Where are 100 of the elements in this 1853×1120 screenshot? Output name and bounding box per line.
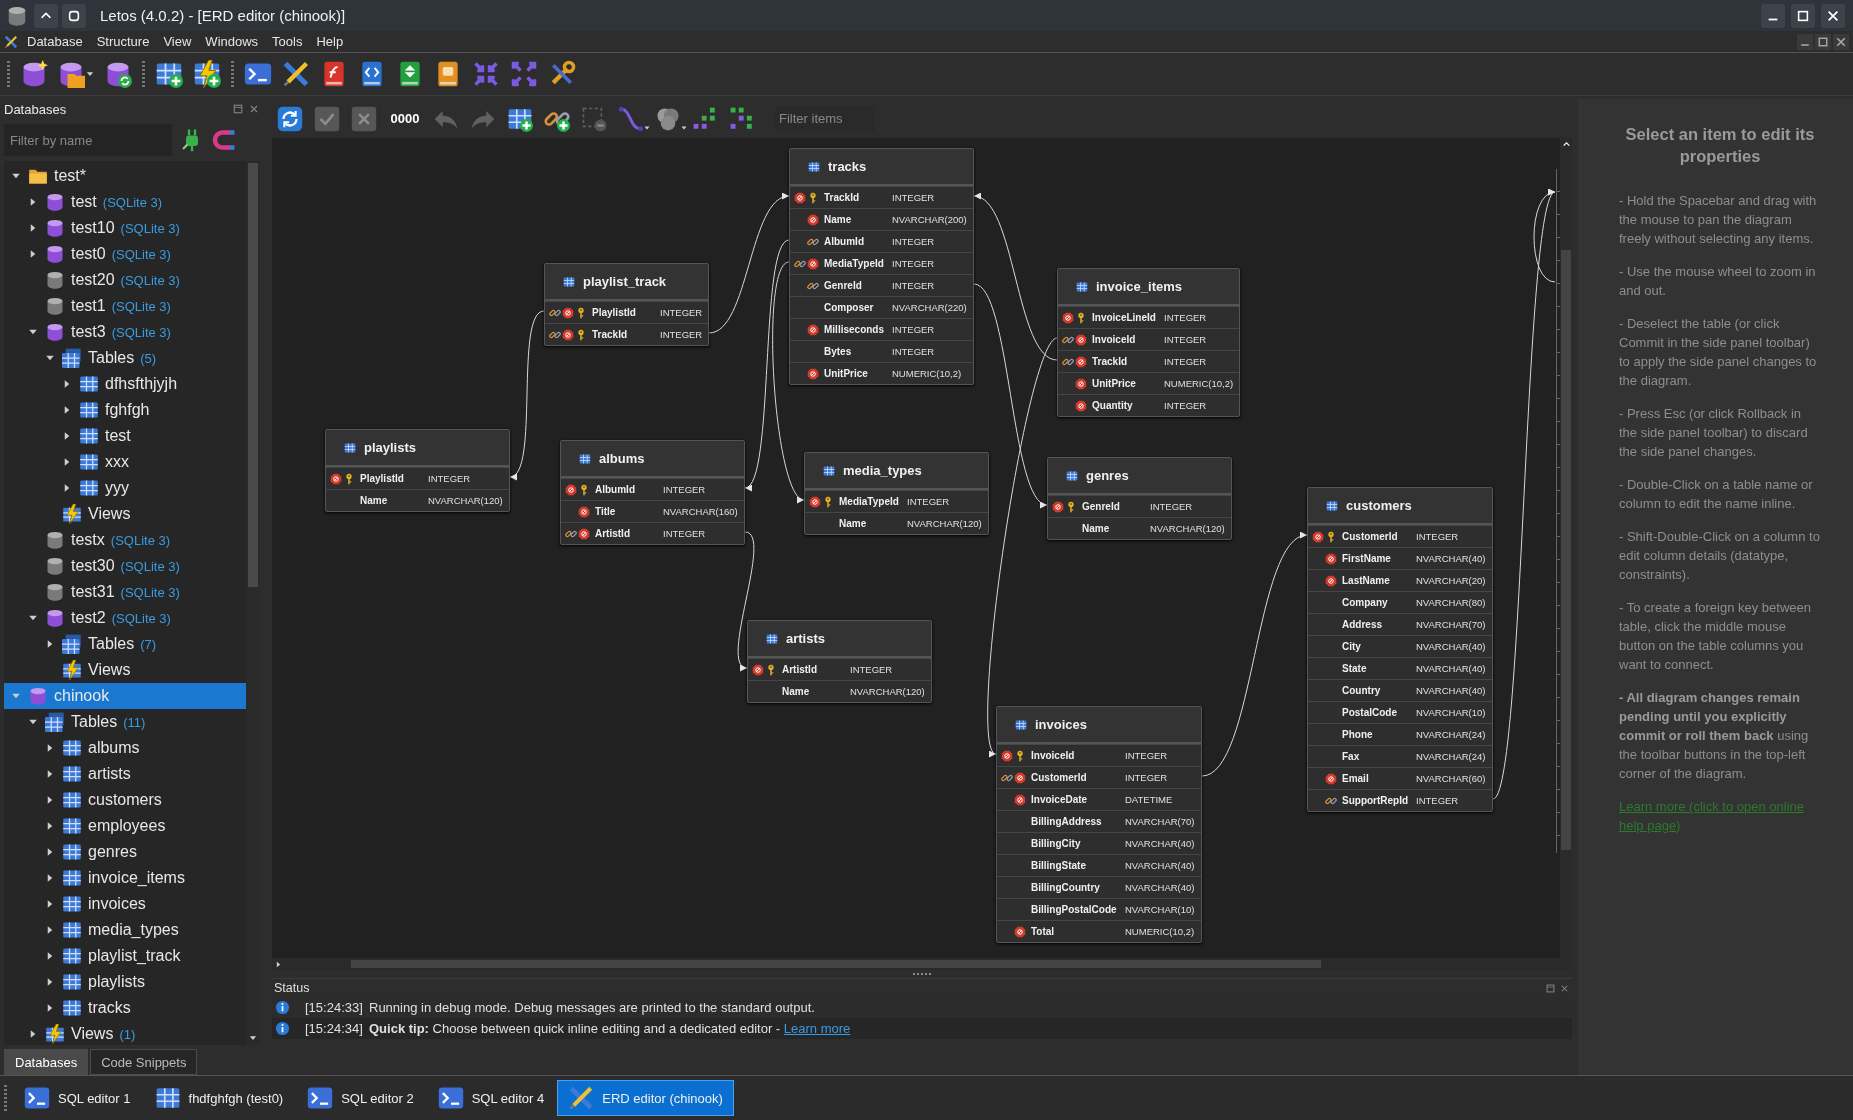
tree-item[interactable]: test31 (SQLite 3) (4, 579, 246, 605)
taskbar-tab[interactable]: ERD editor (chinook) (557, 1080, 734, 1116)
tree-item[interactable]: tracks (4, 995, 246, 1021)
tree-item[interactable]: test0 (SQLite 3) (4, 241, 246, 267)
column-type: NVARCHAR(40) (1125, 882, 1195, 893)
taskbar-tab[interactable]: SQL editor 4 (426, 1080, 556, 1116)
tree-item[interactable]: yyy (4, 475, 246, 501)
table-icon (79, 478, 99, 498)
tree-item[interactable]: artists (4, 761, 246, 787)
tree-item[interactable]: employees (4, 813, 246, 839)
tree-item[interactable]: test10 (SQLite 3) (4, 215, 246, 241)
tree-item[interactable]: Views (4, 501, 246, 527)
counter-button[interactable]: 0000 (385, 102, 425, 135)
table-header[interactable]: media_types (805, 453, 988, 490)
tree-item[interactable]: test (SQLite 3) (4, 189, 246, 215)
tables-icon (45, 712, 65, 732)
tree-item[interactable]: customers (4, 787, 246, 813)
tree-item[interactable]: playlists (4, 969, 246, 995)
column-name: FirstName (1342, 553, 1392, 564)
table-header[interactable]: genres (1048, 458, 1231, 495)
chevron-up-icon[interactable] (34, 3, 58, 28)
tree-item[interactable]: test* (4, 163, 246, 189)
tree-item[interactable]: test (4, 423, 246, 449)
tree-item[interactable]: test30 (SQLite 3) (4, 553, 246, 579)
tree-item[interactable]: xxx (4, 449, 246, 475)
table-card[interactable]: media_types MediaTypeId INTEGER Name NVARCHAR(120) (804, 452, 989, 535)
window-title: Letos (4.0.2) - [ERD editor (chinook)] (100, 7, 347, 24)
table-header[interactable]: invoices (997, 707, 1201, 744)
close-icon[interactable] (1826, 8, 1840, 23)
table-card[interactable] (996, 706, 1202, 943)
table-card[interactable]: tracks TrackId INTEGER Name NVARCHAR(200) AlbumId INTEGER MediaTypeId INTEGER GenreId INTEGER Composer NVARCHAR(220) Milliseconds INTEGER Bytes INTEGER UnitPrice NUMERIC(10,2) (789, 148, 974, 385)
column-type: NVARCHAR(40) (1125, 860, 1195, 871)
float-icon[interactable] (232, 103, 244, 115)
tree-item[interactable]: Tables (5) (4, 345, 246, 371)
taskbar-tab[interactable]: fhdfghfgh (test0) (143, 1080, 295, 1116)
tree-item[interactable]: chinook (4, 683, 246, 709)
panel-tab[interactable]: Databases (4, 1049, 89, 1075)
column-name: GenreId (1082, 501, 1121, 512)
tree-item[interactable]: media_types (4, 917, 246, 943)
table-card[interactable]: playlist_track PlaylistId INTEGER TrackId INTEGER (544, 263, 710, 346)
column-name: InvoiceId (1092, 334, 1137, 345)
table-name: invoices (1035, 717, 1088, 732)
table-header[interactable]: tracks (790, 149, 973, 186)
table-header[interactable]: albums (561, 441, 744, 478)
column-type: INTEGER (850, 664, 894, 675)
float-icon[interactable] (1545, 982, 1556, 994)
restore-icon[interactable] (62, 3, 86, 28)
tree-item[interactable]: invoices (4, 891, 246, 917)
table-card[interactable]: genres GenreId INTEGER Name NVARCHAR(120) (1047, 457, 1232, 540)
tree-item[interactable]: playlist_track (4, 943, 246, 969)
maximize-button[interactable] (1791, 3, 1815, 28)
tree-item[interactable]: test20 (SQLite 3) (4, 267, 246, 293)
tree-item[interactable]: invoice_items (4, 865, 246, 891)
table-header[interactable]: playlists (326, 430, 509, 467)
menu-item[interactable]: Structure (89, 34, 157, 49)
app-icon (6, 4, 28, 27)
table-name: invoice_items (1096, 279, 1182, 294)
help-text: - Shift-Double-Click on a column to edit column details (datatype, constraints). (1619, 528, 1821, 584)
table-header[interactable]: playlist_track (545, 264, 709, 301)
learn-more-link[interactable]: Learn more (783, 1021, 851, 1036)
close-button[interactable] (1821, 3, 1845, 28)
tree-item[interactable]: test2 (SQLite 3) (4, 605, 246, 631)
table-header[interactable]: invoice_items (1058, 269, 1240, 306)
tree-item[interactable]: Views (1) (4, 1021, 246, 1045)
tree-item[interactable]: testx (SQLite 3) (4, 527, 246, 553)
menu-item[interactable]: Help (309, 34, 351, 49)
column-type: NVARCHAR(40) (1416, 685, 1486, 696)
column-name: TrackId (592, 329, 629, 340)
menu-item[interactable]: View (156, 34, 199, 49)
table-header[interactable]: customers (1308, 488, 1492, 525)
column-type: INTEGER (1164, 312, 1208, 323)
minimize-button[interactable] (1761, 3, 1785, 28)
panel-tab[interactable]: Code Snippets (90, 1049, 198, 1075)
table-card[interactable]: artists ArtistId INTEGER Name NVARCHAR(120) (747, 620, 932, 703)
tree-item[interactable]: test3 (SQLite 3) (4, 319, 246, 345)
tree-item[interactable]: Views (4, 657, 246, 683)
chevron-up-icon[interactable] (1561, 139, 1571, 149)
tree-item[interactable]: dfhsfthjyjh (4, 371, 246, 397)
taskbar-tab[interactable]: SQL editor 2 (296, 1080, 425, 1116)
table-card[interactable]: playlists PlaylistId INTEGER Name NVARCHAR(120) (325, 429, 510, 512)
tree-item[interactable]: fghfgh (4, 397, 246, 423)
taskbar-tab[interactable]: SQL editor 1 (13, 1080, 142, 1116)
maximize-icon[interactable] (1796, 8, 1810, 23)
menu-item[interactable]: Tools (265, 34, 310, 49)
tree-item[interactable]: genres (4, 839, 246, 865)
tree-item[interactable]: Tables (7) (4, 631, 246, 657)
tree-item[interactable]: test1 (SQLite 3) (4, 293, 246, 319)
tree-item[interactable]: albums (4, 735, 246, 761)
tree-item[interactable]: Tables (11) (4, 709, 246, 735)
table-card[interactable]: albums AlbumId INTEGER Title NVARCHAR(160) ArtistId INTEGER (560, 440, 745, 545)
menu-item[interactable]: Windows (198, 34, 266, 49)
column-type: INTEGER (660, 307, 703, 318)
table-icon (1326, 499, 1338, 512)
filter-field[interactable]: Filter by name (4, 124, 172, 156)
menu-item[interactable]: Database (20, 34, 90, 49)
table-card[interactable]: invoice_items InvoiceLineId INTEGER InvoiceId INTEGER TrackId INTEGER UnitPrice NUMERIC(10,2) Quantity INTEGER (1057, 268, 1241, 417)
table-card[interactable] (1307, 487, 1493, 812)
column-type: NVARCHAR(70) (1125, 816, 1195, 827)
magnet-icon[interactable] (212, 128, 236, 152)
table-header[interactable]: artists (748, 621, 931, 658)
